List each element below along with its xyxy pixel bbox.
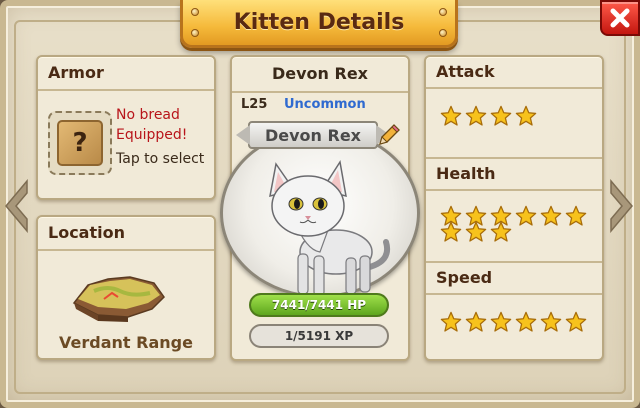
chevron-right-icon xyxy=(610,179,633,233)
bolt-icon xyxy=(191,29,199,37)
title-banner: Kitten Details xyxy=(180,0,458,48)
attack-label: Attack xyxy=(426,57,602,89)
kitten-rarity: Uncommon xyxy=(284,97,366,112)
xp-text: 1/5191 XP xyxy=(284,329,354,343)
star-icon xyxy=(465,105,487,127)
speed-label: Speed xyxy=(426,263,602,295)
close-icon xyxy=(610,8,630,28)
health-stars xyxy=(440,205,590,251)
star-icon xyxy=(540,205,562,227)
attack-stat: Attack xyxy=(426,57,602,159)
kitten-portrait xyxy=(269,159,390,297)
health-label: Health xyxy=(426,159,602,191)
attack-stars xyxy=(440,105,590,135)
health-stat: Health xyxy=(426,159,602,263)
kitten-name-ribbon: Devon Rex xyxy=(248,121,378,149)
star-icon xyxy=(440,311,462,333)
location-panel: Location Verdant Range xyxy=(36,215,216,360)
armor-header: Armor xyxy=(38,57,214,91)
pencil-icon[interactable] xyxy=(376,122,402,148)
kitten-level: L25 xyxy=(241,97,268,112)
xp-bar: 1/5191 XP xyxy=(249,324,389,348)
star-icon xyxy=(440,105,462,127)
hp-bar: 7441/7441 HP xyxy=(249,293,389,317)
page-title: Kitten Details xyxy=(233,10,405,35)
armor-slot[interactable]: ? xyxy=(48,111,112,175)
speed-stars xyxy=(440,311,590,341)
star-icon xyxy=(465,221,487,243)
bolt-icon xyxy=(439,29,447,37)
close-button[interactable] xyxy=(600,0,640,36)
speed-stat: Speed xyxy=(426,263,602,361)
stats-panel: Attack Health Speed xyxy=(424,55,604,361)
star-icon xyxy=(540,311,562,333)
location-name: Verdant Range xyxy=(59,333,193,352)
hp-text: 7441/7441 HP xyxy=(271,298,367,312)
next-kitten-button[interactable] xyxy=(608,178,636,234)
star-icon xyxy=(440,221,462,243)
star-icon xyxy=(515,205,537,227)
prev-kitten-button[interactable] xyxy=(2,178,30,234)
star-icon xyxy=(465,311,487,333)
armor-status: No bread Equipped! xyxy=(116,107,188,143)
star-icon xyxy=(515,311,537,333)
kitten-name-header: Devon Rex xyxy=(232,57,408,93)
question-box-icon: ? xyxy=(57,120,103,166)
star-icon xyxy=(565,311,587,333)
star-icon xyxy=(515,105,537,127)
bolt-icon xyxy=(191,8,199,16)
star-icon xyxy=(490,221,512,243)
armor-hint: Tap to select xyxy=(116,151,205,167)
kitten-name-label: Devon Rex xyxy=(264,125,361,145)
star-icon xyxy=(490,105,512,127)
star-icon xyxy=(565,205,587,227)
terrain-map-icon xyxy=(72,276,165,322)
bolt-icon xyxy=(439,8,447,16)
armor-panel: Armor ? No bread Equipped! Tap to select xyxy=(36,55,216,200)
star-icon xyxy=(490,311,512,333)
chevron-left-icon xyxy=(5,179,28,233)
location-header: Location xyxy=(38,217,214,251)
